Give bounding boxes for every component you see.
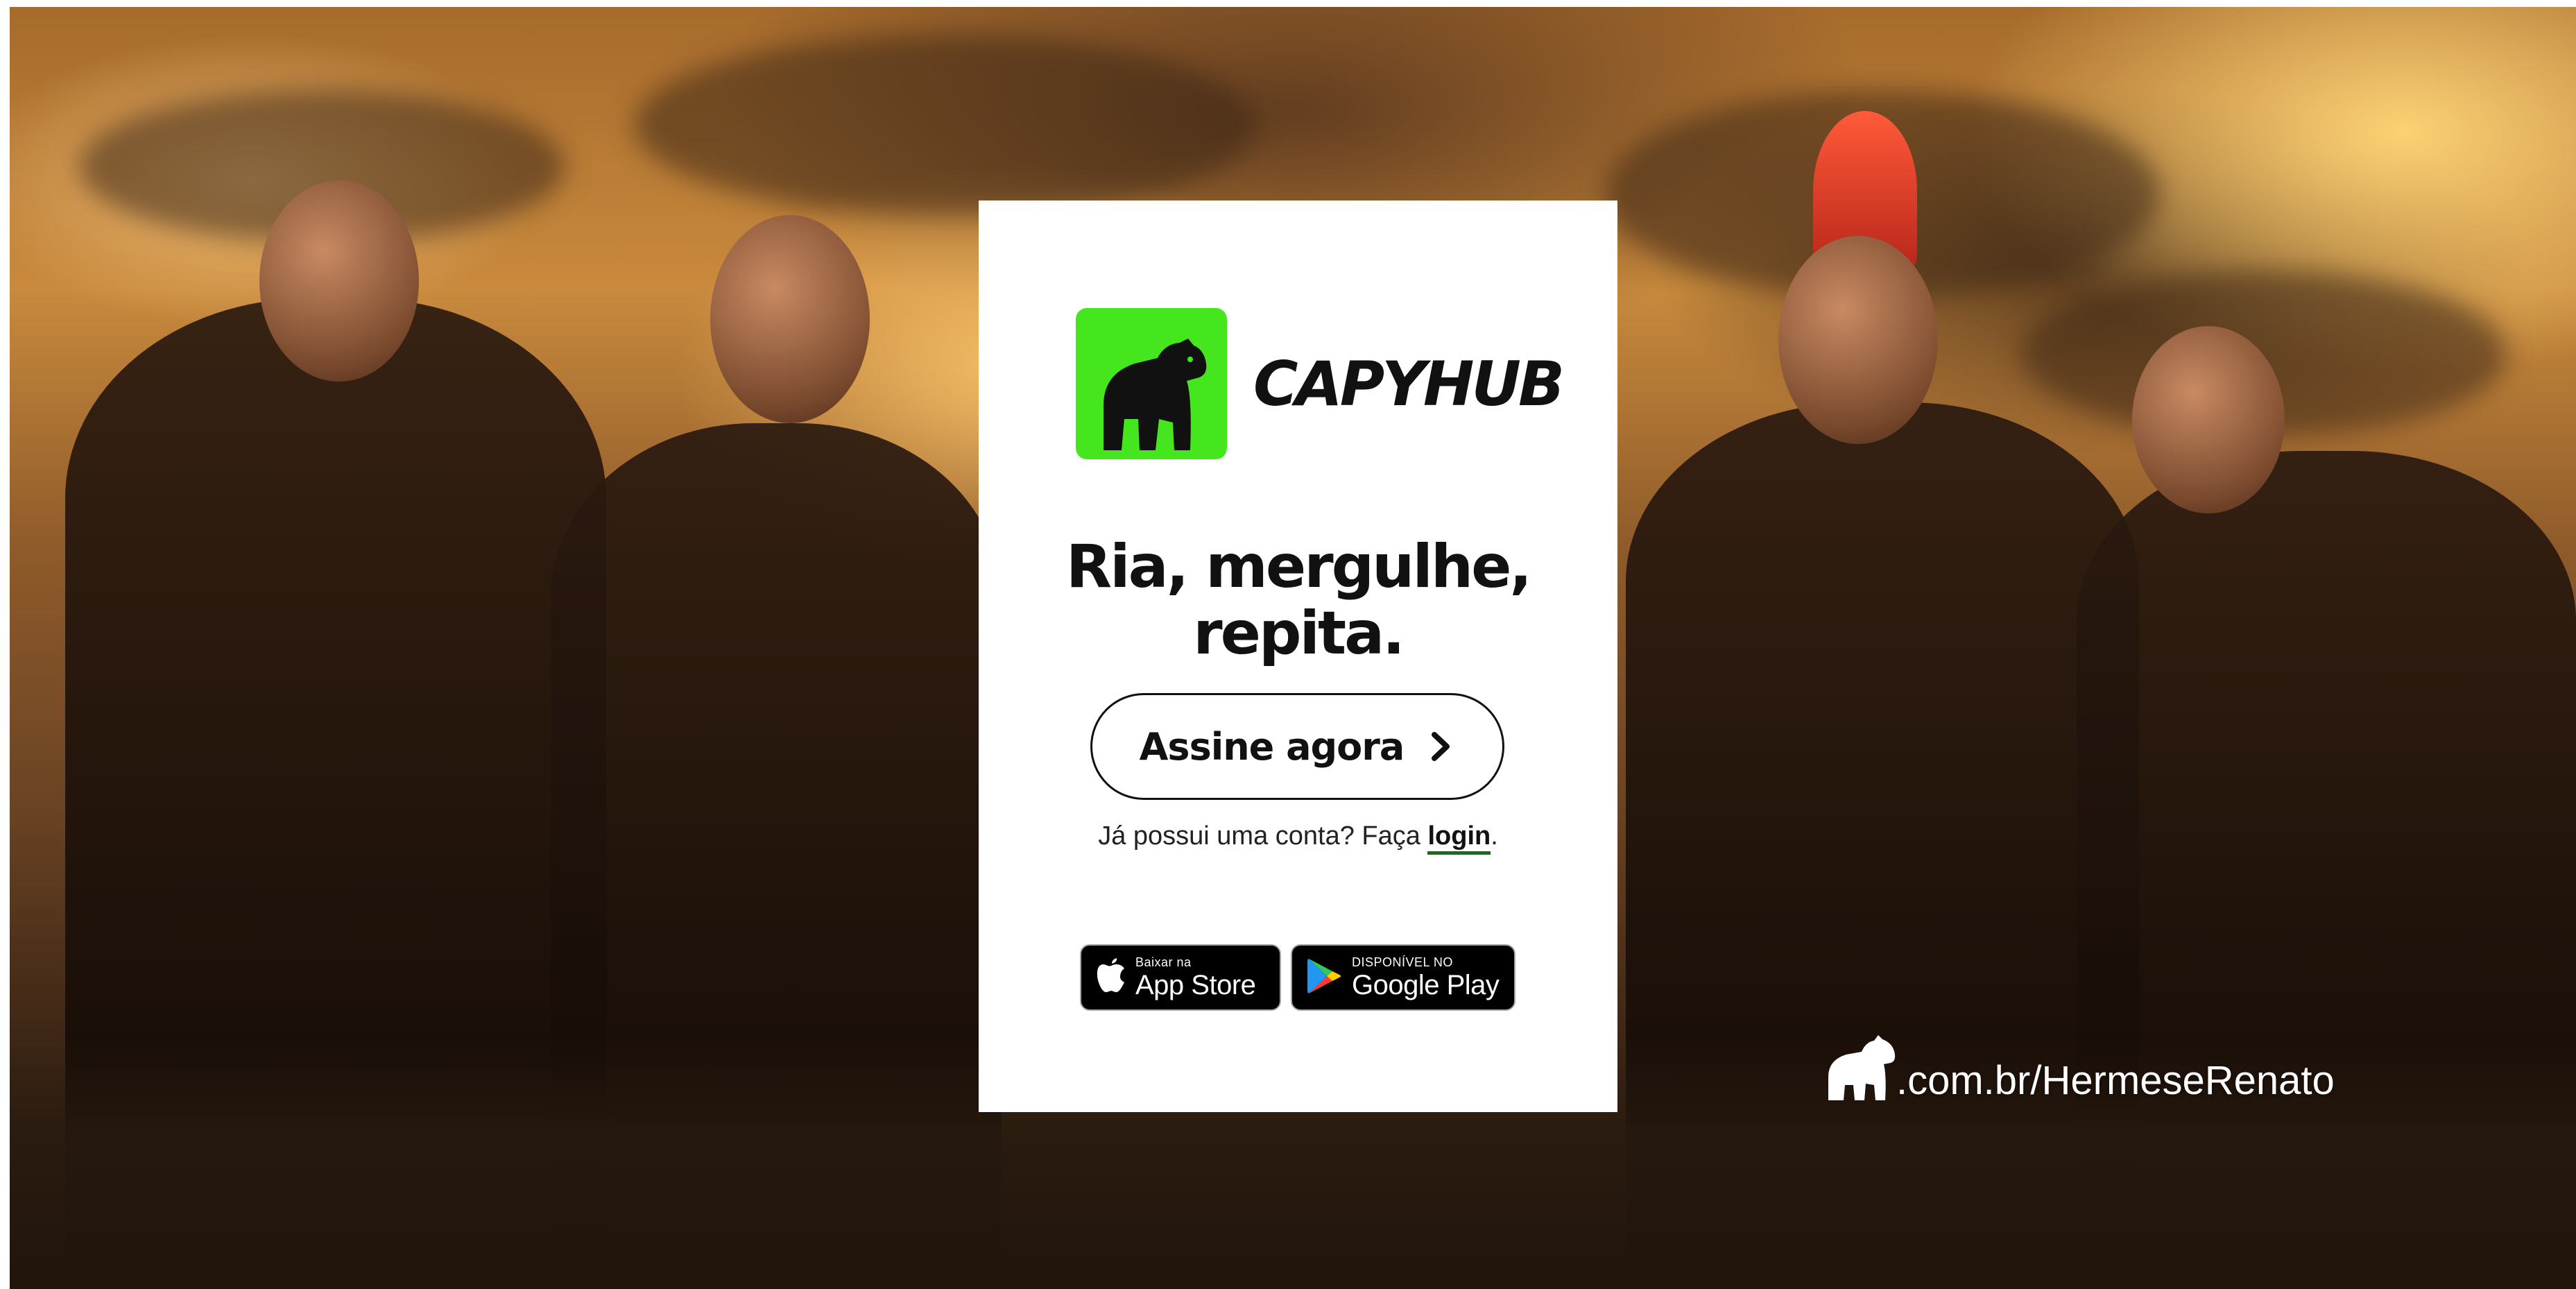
login-link[interactable]: login bbox=[1427, 821, 1491, 855]
landing-page: CAPYHUB Ria, mergulhe, repita. Assine ag… bbox=[0, 0, 2576, 1289]
app-store-badge[interactable]: Baixar na App Store bbox=[1080, 944, 1281, 1011]
apple-icon bbox=[1097, 957, 1126, 998]
login-prompt-suffix: . bbox=[1491, 821, 1498, 851]
headline-line-2: repita. bbox=[1193, 599, 1405, 668]
login-prompt: Já possui uma conta? Faça login. bbox=[979, 821, 1617, 855]
login-prompt-text: Já possui uma conta? Faça bbox=[1098, 821, 1428, 851]
capybara-logo-icon bbox=[1076, 308, 1227, 459]
promo-url-text: .com.br/HermeseRenato bbox=[1896, 1058, 2335, 1103]
page-headline: Ria, mergulhe, repita. bbox=[979, 533, 1617, 667]
google-play-badge-big: Google Play bbox=[1352, 970, 1500, 1000]
subscribe-button-label: Assine agora bbox=[1139, 724, 1405, 769]
promo-url-overlay: .com.br/HermeseRenato bbox=[1826, 1031, 2335, 1104]
google-play-icon bbox=[1307, 957, 1342, 998]
signup-card: CAPYHUB Ria, mergulhe, repita. Assine ag… bbox=[979, 200, 1617, 1112]
brand-logo[interactable]: CAPYHUB bbox=[1076, 308, 1565, 459]
capybara-icon bbox=[1826, 1031, 1898, 1104]
app-store-badge-text: Baixar na App Store bbox=[1135, 955, 1256, 1000]
subscribe-button[interactable]: Assine agora bbox=[1090, 693, 1504, 800]
google-play-badge-text: DISPONÍVEL NO Google Play bbox=[1352, 955, 1500, 1000]
chevron-right-icon bbox=[1427, 729, 1455, 764]
app-store-badge-big: App Store bbox=[1135, 970, 1256, 1000]
brand-wordmark: CAPYHUB bbox=[1253, 348, 1565, 420]
app-store-badges: Baixar na App Store DISPONÍVEL NO Google… bbox=[1080, 944, 1515, 1011]
google-play-badge[interactable]: DISPONÍVEL NO Google Play bbox=[1291, 944, 1515, 1011]
headline-line-1: Ria, mergulhe, bbox=[1065, 532, 1532, 601]
google-play-badge-small: DISPONÍVEL NO bbox=[1352, 955, 1453, 969]
app-store-badge-small: Baixar na bbox=[1135, 955, 1192, 969]
